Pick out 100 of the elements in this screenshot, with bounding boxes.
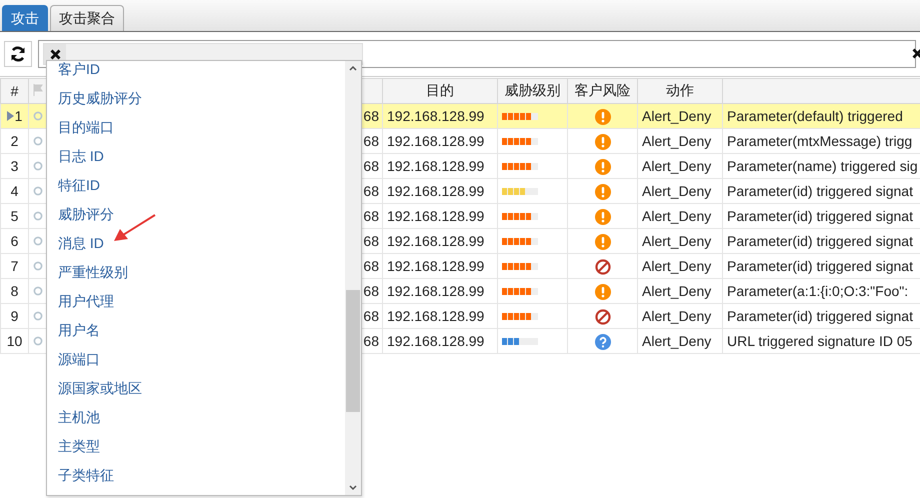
table-cell: 192.168.128.99 [387, 333, 484, 349]
row-number: 9 [10, 308, 18, 324]
menu-item[interactable]: 源国家或地区 [58, 380, 142, 398]
circle-icon [32, 236, 42, 246]
menu-item[interactable]: 严重性级别 [58, 264, 128, 282]
column-header[interactable]: 威胁级别 [498, 78, 568, 104]
table-cell: 68 [363, 233, 379, 249]
table-cell: 192.168.128.99 [387, 208, 484, 224]
table-cell: 192.168.128.99 [387, 133, 484, 149]
circle-icon [32, 286, 42, 296]
row-header-cell[interactable]: 7 [0, 254, 28, 278]
table-cell: 68 [363, 258, 379, 274]
table-cell: 192.168.128.99 [387, 183, 484, 199]
row-number: 3 [10, 158, 18, 174]
table-cell: 68 [363, 308, 379, 324]
menu-item[interactable]: 威胁评分 [58, 206, 114, 224]
table-cell: Alert_Deny [642, 308, 712, 324]
table-cell: Parameter(default) triggered [727, 108, 903, 124]
row-number: 8 [10, 283, 18, 299]
row-header-cell[interactable]: 2 [0, 128, 28, 154]
table-cell: Parameter(id) triggered signat [727, 183, 913, 199]
row-header-cell[interactable]: 10 [0, 328, 28, 354]
menu-item[interactable]: 主类型 [58, 438, 100, 456]
column-header[interactable]: 目的 [382, 78, 498, 104]
column-header[interactable]: # [0, 78, 28, 104]
menu-item[interactable]: 客户ID [58, 61, 100, 78]
flag-icon [32, 84, 42, 96]
table-cell: 68 [363, 283, 379, 299]
table-cell: Alert_Deny [642, 233, 712, 249]
column-header[interactable]: 客户风险 [568, 78, 638, 104]
table-cell: Alert_Deny [642, 283, 712, 299]
table-cell: Alert_Deny [642, 108, 712, 124]
circle-icon [32, 136, 42, 146]
table-cell: Parameter(id) triggered signat [727, 258, 913, 274]
menu-item[interactable]: 用户名 [58, 322, 100, 340]
table-cell: 192.168.128.99 [387, 283, 484, 299]
table-cell: 68 [363, 133, 379, 149]
table-cell: 192.168.128.99 [387, 258, 484, 274]
table-cell: Alert_Deny [642, 133, 712, 149]
row-number: 10 [6, 333, 22, 349]
row-header-cell[interactable]: 9 [0, 304, 28, 328]
table-cell: 68 [363, 208, 379, 224]
close-icon [50, 48, 60, 60]
circle-icon [32, 336, 42, 346]
table-cell: 68 [363, 108, 379, 124]
scroll-down-icon[interactable] [349, 485, 357, 491]
row-header-cell[interactable]: 6 [0, 228, 28, 254]
table-cell: Alert_Deny [642, 258, 712, 274]
table-cell: Parameter(id) triggered signat [727, 308, 913, 324]
menu-item[interactable]: 历史威胁评分 [58, 90, 142, 108]
row-header-cell[interactable]: 8 [0, 278, 28, 304]
tab[interactable]: 攻击聚合 [50, 5, 124, 31]
table-cell: Parameter(id) triggered signat [727, 208, 913, 224]
circle-icon [32, 261, 42, 271]
row-header-cell[interactable]: 3 [0, 154, 28, 178]
menu-item[interactable]: 特征ID [58, 176, 100, 194]
row-number: 1 [14, 108, 22, 124]
scrollbar[interactable] [345, 61, 361, 495]
table-cell: Parameter(mtxMessage) trigg [727, 133, 912, 149]
row-header-cell[interactable]: 5 [0, 204, 28, 228]
table-cell: Alert_Deny [642, 158, 712, 174]
refresh-button[interactable] [4, 41, 32, 67]
row-number: 5 [10, 208, 18, 224]
row-number: 4 [10, 183, 18, 199]
table-cell: Parameter(a:1:{i:0;O:3:"Foo": [727, 283, 908, 299]
table-cell: 68 [363, 183, 379, 199]
table-cell: URL triggered signature ID 05 [727, 333, 912, 349]
menu-item[interactable]: 目的端口 [58, 118, 114, 136]
annotation-arrow [113, 213, 157, 243]
row-header-cell[interactable]: 4 [0, 178, 28, 204]
table-cell: Alert_Deny [642, 333, 712, 349]
menu-item[interactable]: 子类特征 [58, 466, 114, 484]
refresh-icon [10, 46, 26, 62]
table-cell: 192.168.128.99 [387, 158, 484, 174]
row-pointer-icon [6, 111, 14, 121]
row-number: 7 [10, 258, 18, 274]
menu-item[interactable]: 源端口 [58, 350, 100, 368]
table-cell: 192.168.128.99 [387, 108, 484, 124]
circle-icon [32, 111, 42, 121]
tab[interactable]: 攻击 [2, 5, 48, 31]
column-header[interactable]: 动作 [638, 78, 722, 104]
clear-filter-button[interactable] [912, 48, 920, 59]
menu-item[interactable]: 日志 ID [58, 148, 104, 166]
circle-icon [32, 186, 42, 196]
circle-icon [32, 211, 42, 221]
menu-item[interactable]: 消息 ID [58, 234, 104, 252]
menu-item[interactable]: 用户代理 [58, 292, 114, 310]
scroll-up-icon[interactable] [349, 65, 357, 71]
menu-item[interactable]: 主机池 [58, 408, 100, 426]
row-number: 2 [10, 133, 18, 149]
table-cell: Parameter(id) triggered signat [727, 233, 913, 249]
table-cell: 192.168.128.99 [387, 233, 484, 249]
table-cell: Alert_Deny [642, 208, 712, 224]
table-cell: 68 [363, 158, 379, 174]
scrollbar-thumb[interactable] [346, 290, 360, 412]
table-cell: Alert_Deny [642, 183, 712, 199]
circle-icon [32, 311, 42, 321]
row-header-cell[interactable]: 1 [0, 104, 28, 128]
circle-icon [32, 161, 42, 171]
table-cell: 68 [363, 333, 379, 349]
